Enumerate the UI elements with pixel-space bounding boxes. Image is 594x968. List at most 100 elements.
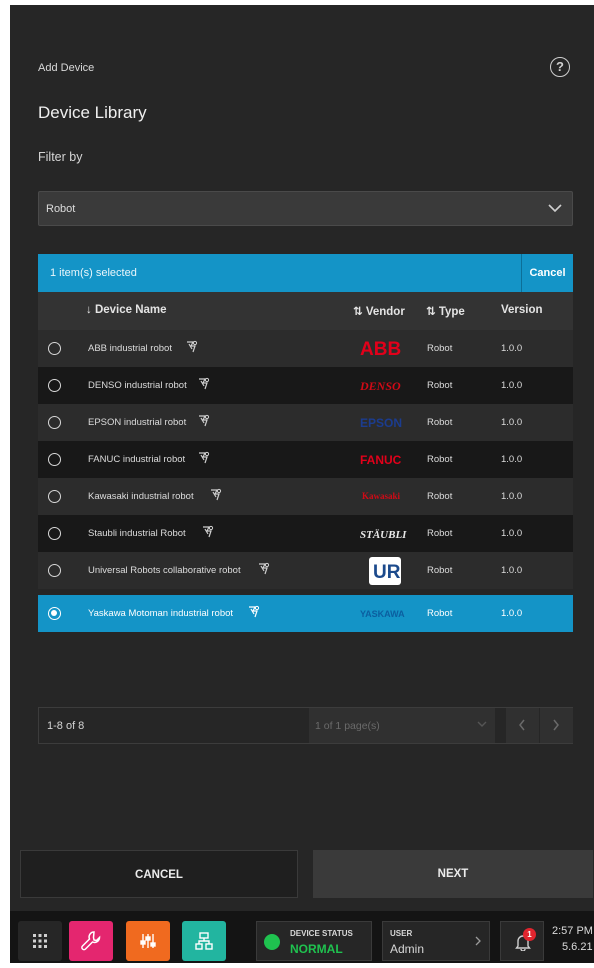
device-name: Yaskawa Motoman industrial robot: [88, 608, 234, 619]
selection-count: 1 item(s) selected: [50, 267, 137, 279]
wrench-app-button[interactable]: [69, 921, 113, 961]
device-version: 1.0.0: [501, 608, 523, 619]
filter-label: Filter by: [38, 150, 83, 164]
robot-arm-icon: [199, 451, 210, 464]
device-type: Robot: [427, 417, 453, 428]
device-version: 1.0.0: [501, 454, 523, 465]
user-label: USER: [390, 929, 413, 938]
device-status[interactable]: DEVICE STATUS NORMAL: [256, 921, 372, 961]
row-radio[interactable]: [48, 342, 61, 355]
device-type: Robot: [427, 343, 453, 354]
app-menu-button[interactable]: [18, 921, 62, 961]
column-header-device-name[interactable]: ↓ Device Name: [86, 304, 167, 316]
row-radio[interactable]: [48, 490, 61, 503]
status-indicator: [264, 934, 280, 950]
next-button[interactable]: NEXT: [313, 850, 593, 898]
row-radio[interactable]: [48, 527, 61, 540]
device-type: Robot: [427, 528, 453, 539]
chevron-right-icon: [553, 719, 559, 731]
svg-text:FANUC: FANUC: [360, 453, 402, 467]
table-row[interactable]: DENSO industrial robot DENSO Robot 1.0.0: [38, 367, 573, 404]
device-name: ABB industrial robot: [88, 343, 172, 354]
robot-arm-icon: [211, 488, 222, 501]
user-menu[interactable]: USER Admin: [382, 921, 490, 961]
device-status-value: NORMAL: [290, 942, 343, 956]
page-select-value: 1 of 1 page(s): [315, 720, 380, 732]
device-name: EPSON industrial robot: [88, 417, 187, 428]
device-status-label: DEVICE STATUS: [290, 929, 353, 938]
tools-app-button[interactable]: [126, 921, 170, 961]
device-version: 1.0.0: [501, 417, 523, 428]
vendor-logo-epson: EPSON: [360, 416, 402, 430]
robot-arm-icon: [203, 525, 214, 538]
pagination-range: 1-8 of 8: [47, 720, 85, 732]
vendor-logo-denso: DENSO: [360, 379, 401, 393]
row-radio[interactable]: [48, 379, 61, 392]
device-version: 1.0.0: [501, 528, 523, 539]
prev-page-button[interactable]: [505, 708, 539, 743]
device-name: FANUC industrial robot: [88, 454, 186, 465]
filter-select-value: Robot: [46, 203, 76, 215]
tools-icon: [140, 934, 156, 948]
table-row[interactable]: Universal Robots collaborative robot UR …: [38, 552, 573, 589]
device-name: Staubli industrial Robot: [88, 528, 186, 539]
row-radio[interactable]: [48, 564, 61, 577]
table-row[interactable]: ABB industrial robot ABB Robot 1.0.0: [38, 330, 573, 367]
help-icon[interactable]: ?: [550, 57, 570, 77]
device-type: Robot: [427, 380, 453, 391]
row-radio-selected[interactable]: [48, 607, 61, 620]
table-header: ↓ Device Name ⇅ Vendor ⇅ Type Version: [38, 292, 573, 330]
column-header-type[interactable]: ⇅ Type: [426, 304, 465, 318]
device-name: DENSO industrial robot: [88, 380, 187, 391]
user-value: Admin: [390, 942, 425, 956]
table-row-selected[interactable]: Yaskawa Motoman industrial robot YASKAWA…: [38, 595, 573, 632]
pagination: 1-8 of 8 1 of 1 page(s): [38, 707, 573, 744]
column-header-version: Version: [501, 304, 543, 316]
taskbar: DEVICE STATUS NORMAL USER Admin 1 2:57 P…: [10, 911, 594, 963]
device-type: Robot: [427, 565, 453, 576]
column-header-vendor[interactable]: ⇅ Vendor: [353, 304, 405, 318]
row-radio[interactable]: [48, 453, 61, 466]
cancel-button[interactable]: CANCEL: [20, 850, 298, 898]
svg-text:DENSO: DENSO: [360, 379, 401, 393]
screen: Add Device ? Device Library Filter by Ro…: [10, 5, 594, 963]
panel-title: Add Device: [38, 62, 95, 74]
table-row[interactable]: EPSON industrial robot EPSON Robot 1.0.0: [38, 404, 573, 441]
selection-cancel-button[interactable]: Cancel: [521, 254, 573, 292]
table-row[interactable]: Staubli industrial Robot STÄUBLI Robot 1…: [38, 515, 573, 552]
clock-date: 5.6.21: [562, 941, 593, 953]
robot-arm-icon: [249, 605, 260, 618]
filter-select[interactable]: Robot: [38, 191, 573, 226]
device-version: 1.0.0: [501, 380, 523, 391]
vendor-logo-yaskawa: YASKAWA: [360, 609, 405, 619]
table-row[interactable]: FANUC industrial robot FANUC Robot 1.0.0: [38, 441, 573, 478]
device-version: 1.0.0: [501, 343, 523, 354]
robot-arm-icon: [259, 562, 270, 575]
row-radio[interactable]: [48, 416, 61, 429]
page-title: Device Library: [38, 103, 147, 122]
robot-arm-icon: [199, 377, 210, 390]
clock-time: 2:57 PM: [552, 925, 593, 937]
table-row[interactable]: Kawasaki industrial robot Kawasaki Robot…: [38, 478, 573, 515]
chevron-left-icon: [519, 719, 525, 731]
chevron-down-icon: [477, 721, 487, 727]
notification-badge: 1: [523, 928, 536, 941]
svg-text:YASKAWA: YASKAWA: [360, 609, 405, 619]
vendor-logo-universal-robots: UR: [369, 557, 401, 585]
selection-bar: 1 item(s) selected Cancel: [38, 254, 573, 292]
wrench-icon: [81, 931, 101, 951]
device-type: Robot: [427, 491, 453, 502]
network-icon: [195, 932, 213, 950]
vendor-logo-staubli: STÄUBLI: [360, 528, 407, 541]
device-version: 1.0.0: [501, 491, 523, 502]
device-version: 1.0.0: [501, 565, 523, 576]
page-select[interactable]: 1 of 1 page(s): [309, 708, 495, 743]
next-page-button[interactable]: [539, 708, 573, 743]
device-type: Robot: [427, 608, 453, 619]
notifications-button[interactable]: 1: [500, 921, 544, 961]
device-name: Kawasaki industrial robot: [88, 491, 194, 502]
vendor-logo-kawasaki: Kawasaki: [362, 491, 401, 501]
svg-text:EPSON: EPSON: [360, 416, 402, 430]
device-name: Universal Robots collaborative robot: [88, 565, 241, 576]
network-app-button[interactable]: [182, 921, 226, 961]
